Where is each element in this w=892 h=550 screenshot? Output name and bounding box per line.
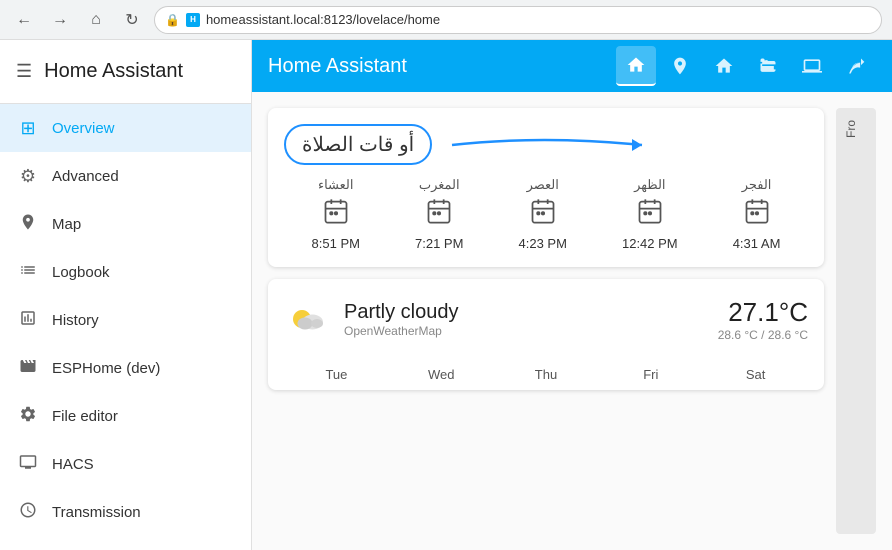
app-container: ☰ Home Assistant ⊞ Overview ⚙ Advanced M…: [0, 40, 892, 550]
fajr-name: الفجر: [742, 177, 772, 193]
prayer-time-dhuhr: الظهر 12:42 PM: [622, 177, 678, 251]
forecast-thu: Thu: [494, 367, 599, 382]
maghrib-icon: [425, 197, 453, 232]
sidebar-item-map[interactable]: Map: [0, 200, 251, 248]
fajr-time: 4:31 AM: [733, 236, 781, 251]
prayer-card: أو قات الصلاة العشاء: [268, 108, 824, 267]
right-panel-label: Fro: [840, 112, 872, 146]
forecast-tue: Tue: [284, 367, 389, 382]
sidebar-item-advanced[interactable]: ⚙ Advanced: [0, 152, 251, 200]
tab-bathtub[interactable]: [748, 46, 788, 86]
maghrib-time: 7:21 PM: [415, 236, 463, 251]
advanced-label: Advanced: [52, 168, 119, 185]
prayer-time-fajr: الفجر 4:31 AM: [733, 177, 781, 251]
sidebar-item-overview[interactable]: ⊞ Overview: [0, 104, 251, 152]
left-column: أو قات الصلاة العشاء: [268, 108, 824, 534]
isha-icon: [322, 197, 350, 232]
weather-temperature: 27.1°C: [718, 297, 808, 328]
map-label: Map: [52, 216, 81, 233]
hamburger-icon[interactable]: ☰: [16, 61, 32, 82]
sidebar-item-transmission[interactable]: Transmission: [0, 488, 251, 536]
fajr-icon: [743, 197, 771, 232]
partly-cloudy-svg: [284, 295, 332, 343]
asr-name: العصر: [527, 177, 559, 193]
weather-range: 28.6 °C / 28.6 °C: [718, 328, 808, 342]
prayer-times-row: العشاء 8:51 PM المغرب 7:2: [284, 177, 808, 251]
weather-icon: [284, 295, 332, 343]
prayer-title: أو قات الصلاة: [284, 124, 432, 165]
tab-person[interactable]: [660, 46, 700, 86]
lock-icon: 🔒: [165, 13, 180, 27]
tab-network[interactable]: [836, 46, 876, 86]
esphome-label: ESPHome (dev): [52, 360, 160, 377]
forecast-row: Tue Wed Thu Fri Sat: [268, 359, 824, 390]
weather-temp-container: 27.1°C 28.6 °C / 28.6 °C: [718, 297, 808, 342]
hacs-label: HACS: [52, 456, 94, 473]
top-bar-title: Home Assistant: [268, 55, 616, 78]
page-content: أو قات الصلاة العشاء: [252, 92, 892, 550]
transmission-icon: [16, 501, 40, 524]
weather-condition: Partly cloudy: [344, 301, 706, 324]
tab-home[interactable]: [616, 46, 656, 86]
tab-monitor[interactable]: [792, 46, 832, 86]
sidebar-item-logbook[interactable]: Logbook: [0, 248, 251, 296]
weather-card-content: Partly cloudy OpenWeatherMap 27.1°C 28.6…: [268, 279, 824, 359]
top-bar: Home Assistant: [252, 40, 892, 92]
sidebar: ☰ Home Assistant ⊞ Overview ⚙ Advanced M…: [0, 40, 252, 550]
isha-name: العشاء: [318, 177, 354, 193]
map-icon: [16, 213, 40, 236]
main-content: Home Assistant: [252, 40, 892, 550]
prayer-title-container: أو قات الصلاة: [284, 124, 808, 165]
isha-time: 8:51 PM: [312, 236, 360, 251]
history-icon: [16, 309, 40, 332]
back-button[interactable]: ←: [10, 6, 38, 34]
sidebar-item-hacs[interactable]: HACS: [0, 440, 251, 488]
tab-home2[interactable]: [704, 46, 744, 86]
forward-button[interactable]: →: [46, 6, 74, 34]
home-nav-button[interactable]: ⌂: [82, 6, 110, 34]
weather-source: OpenWeatherMap: [344, 324, 706, 338]
annotation-arrow: [442, 130, 662, 160]
prayer-time-isha: العشاء 8:51 PM: [312, 177, 360, 251]
forecast-wed: Wed: [389, 367, 494, 382]
forecast-sat: Sat: [703, 367, 808, 382]
overview-icon: ⊞: [16, 118, 40, 139]
url-text: homeassistant.local:8123/lovelace/home: [206, 12, 440, 27]
sidebar-item-file-editor[interactable]: File editor: [0, 392, 251, 440]
dhuhr-name: الظهر: [634, 177, 665, 193]
sidebar-header: ☰ Home Assistant: [0, 40, 251, 104]
advanced-icon: ⚙: [16, 166, 40, 187]
browser-chrome: ← → ⌂ ↻ 🔒 H homeassistant.local:8123/lov…: [0, 0, 892, 40]
sidebar-nav: ⊞ Overview ⚙ Advanced Map Logbook: [0, 104, 251, 550]
sidebar-item-esphome[interactable]: ESPHome (dev): [0, 344, 251, 392]
tab-icons: [616, 46, 876, 86]
address-bar[interactable]: 🔒 H homeassistant.local:8123/lovelace/ho…: [154, 6, 882, 34]
file-editor-label: File editor: [52, 408, 118, 425]
refresh-button[interactable]: ↻: [118, 6, 146, 34]
prayer-time-maghrib: المغرب 7:21 PM: [415, 177, 463, 251]
dhuhr-icon: [636, 197, 664, 232]
maghrib-name: المغرب: [419, 177, 460, 193]
sidebar-title: Home Assistant: [44, 60, 183, 83]
asr-time: 4:23 PM: [519, 236, 567, 251]
weather-info: Partly cloudy OpenWeatherMap: [344, 301, 706, 338]
history-label: History: [52, 312, 99, 329]
right-panel: Fro: [836, 108, 876, 534]
logbook-icon: [16, 261, 40, 284]
esphome-icon: [16, 357, 40, 380]
forecast-fri: Fri: [598, 367, 703, 382]
sidebar-item-history[interactable]: History: [0, 296, 251, 344]
file-editor-icon: [16, 405, 40, 428]
logbook-label: Logbook: [52, 264, 110, 281]
favicon: H: [186, 13, 200, 27]
prayer-time-asr: العصر 4:23 PM: [519, 177, 567, 251]
dhuhr-time: 12:42 PM: [622, 236, 678, 251]
overview-label: Overview: [52, 120, 115, 137]
transmission-label: Transmission: [52, 504, 141, 521]
asr-icon: [529, 197, 557, 232]
hacs-icon: [16, 453, 40, 476]
weather-card: Partly cloudy OpenWeatherMap 27.1°C 28.6…: [268, 279, 824, 390]
